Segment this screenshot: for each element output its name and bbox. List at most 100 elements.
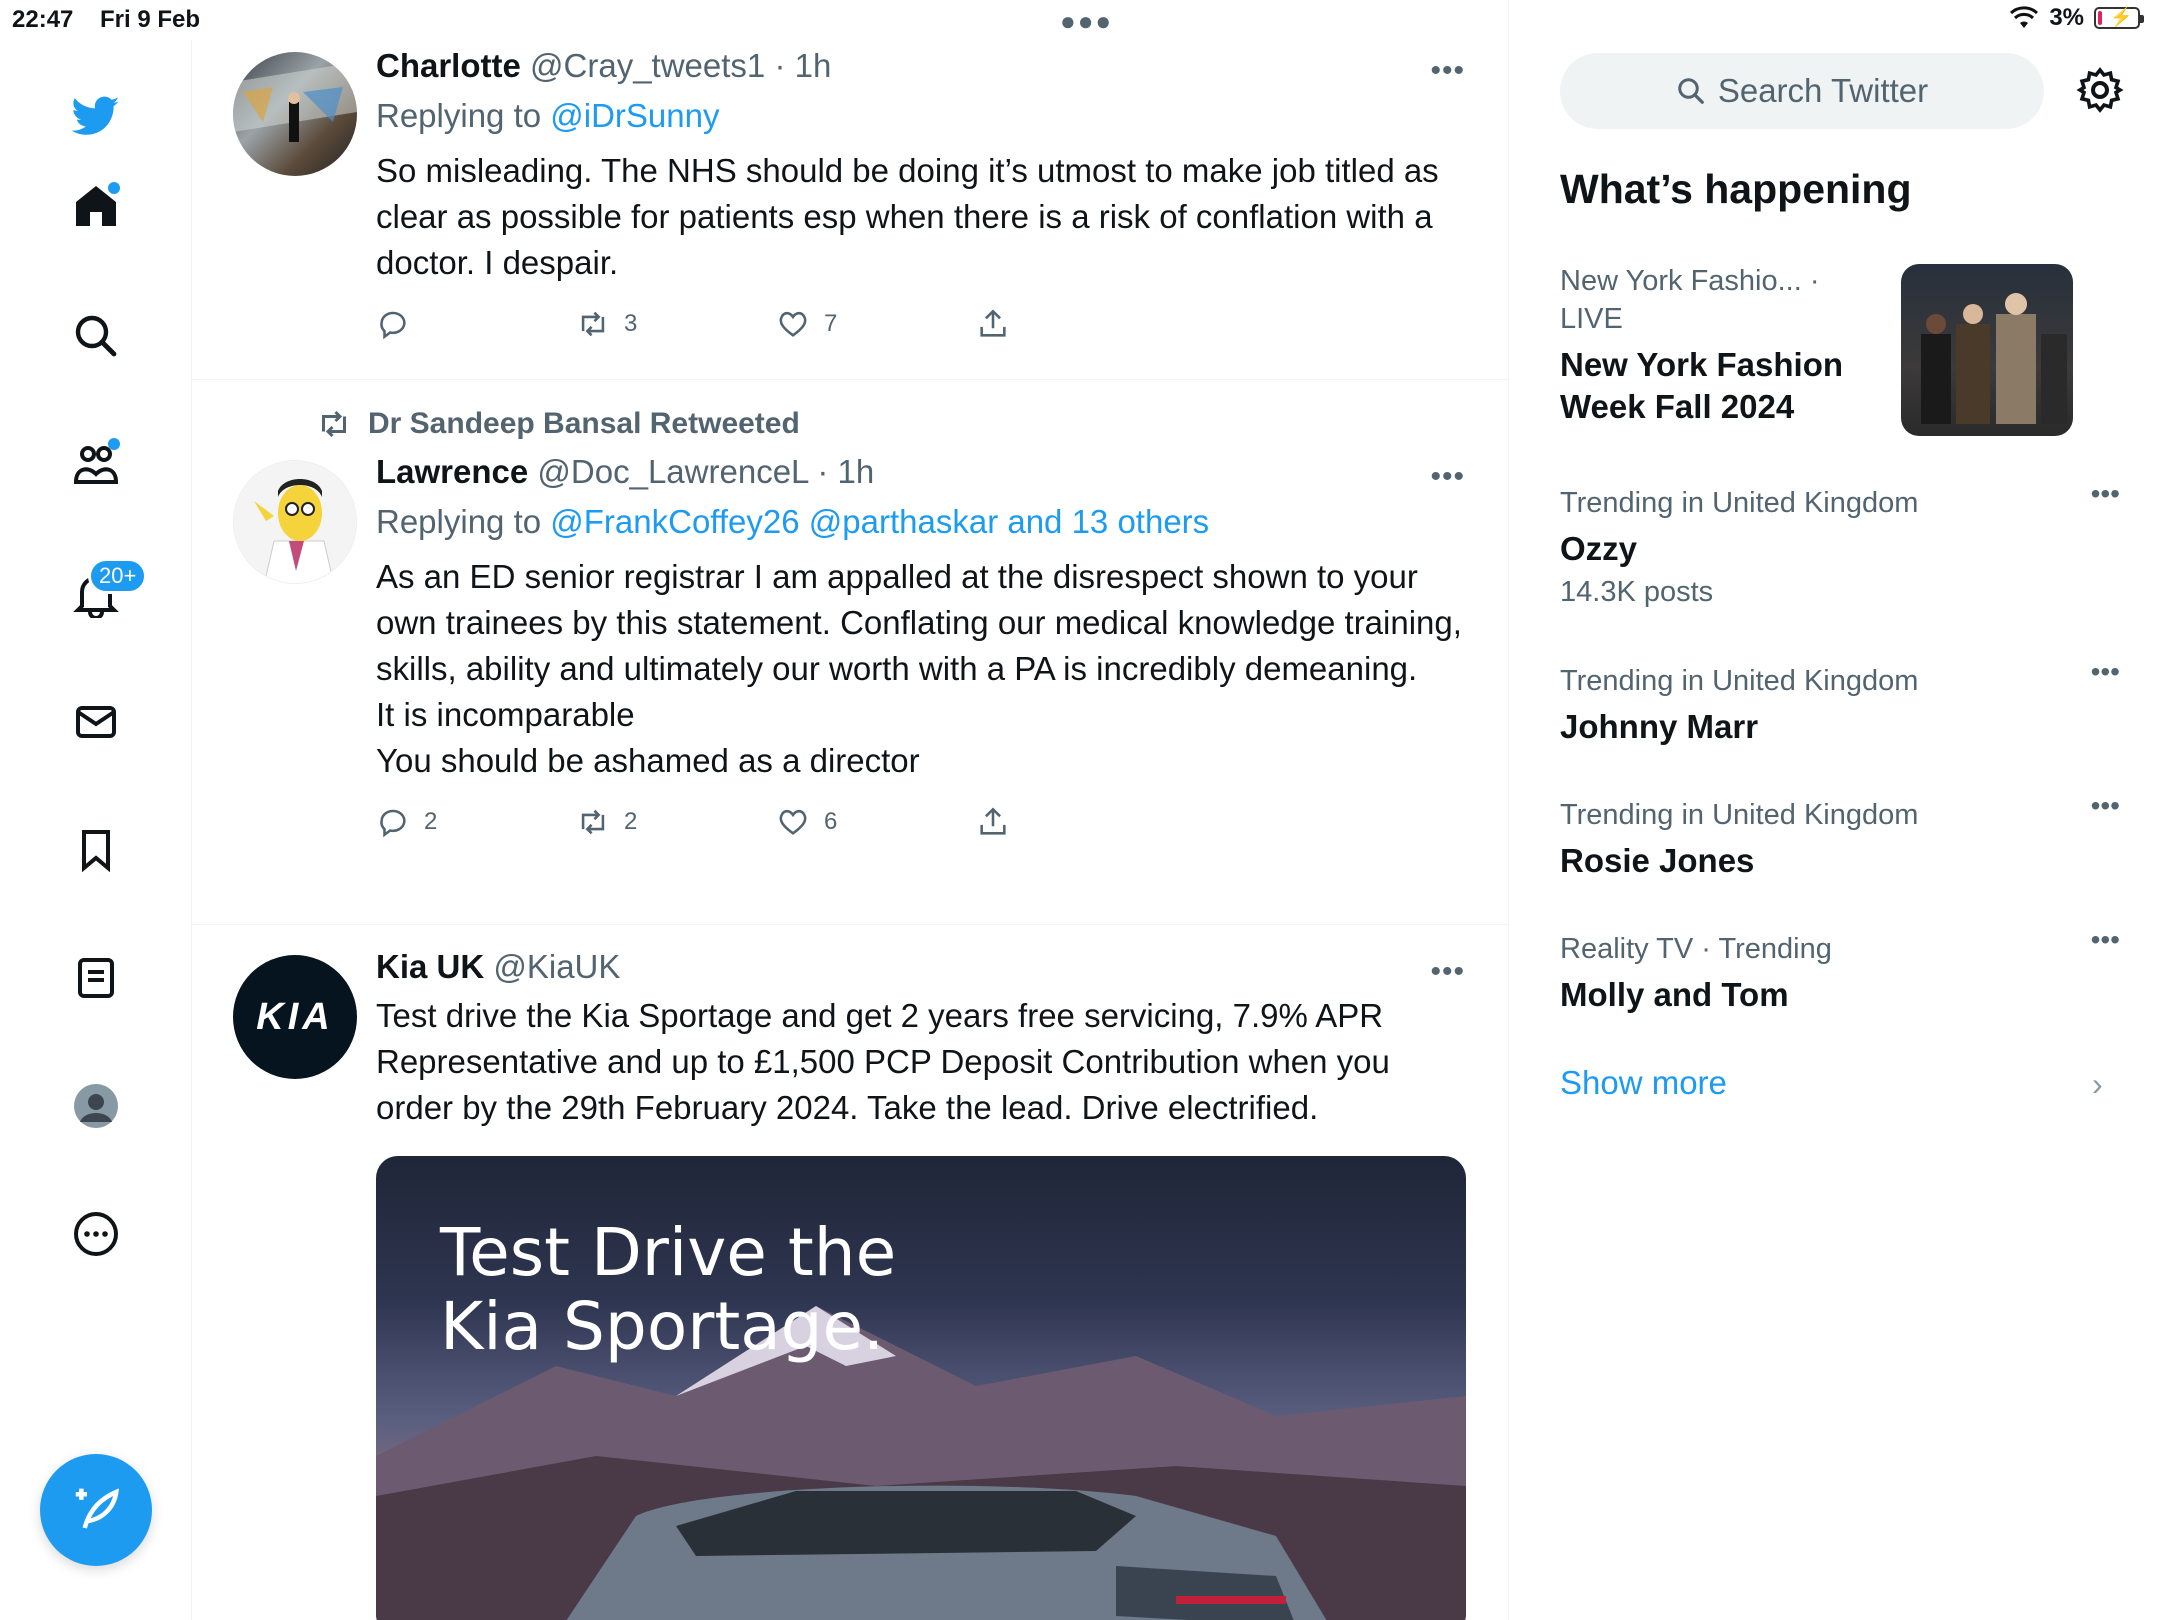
settings-gear-icon[interactable]: [2076, 66, 2124, 114]
home-unread-dot: [108, 182, 120, 194]
messages-mail-icon[interactable]: [68, 694, 124, 750]
ad-headline-line: Kia Sportage.: [440, 1288, 885, 1365]
tweet-text-line: It is incomparable: [376, 696, 635, 733]
like-count: 6: [824, 808, 838, 835]
heart-icon: [779, 311, 807, 337]
replying-prefix: Replying to: [376, 503, 551, 540]
ad-image[interactable]: Test Drive the Kia Sportage.: [376, 1156, 1466, 1620]
status-date: Fri 9 Feb: [100, 6, 201, 33]
right-sidebar: Search Twitter What’s happening New York…: [1510, 0, 2160, 1620]
trend-category: New York Fashio...: [1560, 265, 1802, 297]
retweet-small-icon: [322, 410, 346, 438]
twitter-logo-icon[interactable]: [68, 88, 124, 144]
compose-tweet-button[interactable]: [40, 1454, 152, 1566]
tweet-actions: 2 2 6: [376, 800, 1466, 844]
lists-icon[interactable]: [68, 950, 124, 1006]
author-handle[interactable]: @Cray_tweets1: [530, 47, 765, 84]
share-button[interactable]: [976, 805, 1176, 839]
kia-logo: KIA: [256, 995, 334, 1038]
author-handle[interactable]: @Doc_LawrenceL: [537, 453, 808, 490]
trend-item[interactable]: Trending in United Kingdom Ozzy 14.3K po…: [1560, 478, 2120, 612]
avatar[interactable]: [233, 52, 357, 176]
tweet-text: As an ED senior registrar I am appalled …: [376, 554, 1466, 784]
retweet-icon: [581, 809, 605, 835]
retweet-icon: [581, 311, 605, 337]
replying-to: Replying to @FrankCoffey26 @parthaskar a…: [376, 502, 1466, 542]
share-icon: [980, 807, 1006, 835]
replying-to-link[interactable]: @iDrSunny: [550, 97, 719, 134]
tweet-time: · 1h: [817, 453, 875, 490]
trend-name: Molly and Tom: [1560, 976, 1789, 1013]
share-icon: [980, 309, 1006, 337]
tweet-text-line: As an ED senior registrar I am appalled …: [376, 558, 1462, 687]
home-icon[interactable]: [68, 178, 124, 234]
author-name[interactable]: Lawrence: [376, 453, 528, 490]
show-more-link[interactable]: Show more: [1560, 1064, 1727, 1102]
retweeted-by: Dr Sandeep Bansal Retweeted: [316, 406, 800, 442]
tweet-content: Kia UK @KiaUK Test drive the Kia Sportag…: [376, 947, 1466, 1131]
status-time: 22:47: [12, 6, 74, 33]
retweeted-by-text[interactable]: Dr Sandeep Bansal Retweeted: [368, 407, 800, 441]
trend-item[interactable]: New York Fashio... · LIVE New York Fashi…: [1560, 262, 1890, 428]
search-icon: [1678, 78, 1704, 104]
search-input[interactable]: Search Twitter: [1560, 53, 2044, 129]
trend-name: New York Fashion Week Fall 2024: [1560, 346, 1844, 425]
share-button[interactable]: [976, 307, 1176, 341]
reply-button[interactable]: [376, 307, 576, 341]
retweet-count: 3: [624, 310, 638, 337]
tweet[interactable]: Charlotte @Cray_tweets1 · 1h Replying to…: [193, 40, 1508, 380]
trend-more-icon[interactable]: •••: [2091, 790, 2120, 822]
explore-search-icon[interactable]: [68, 308, 124, 364]
retweet-button[interactable]: 2: [576, 805, 776, 839]
retweet-count: 2: [624, 808, 638, 835]
tweet-text-line: You should be ashamed as a director: [376, 742, 920, 779]
tweet[interactable]: Dr Sandeep Bansal Retweeted Lawrence @Do…: [193, 380, 1508, 925]
like-button[interactable]: 6: [776, 805, 976, 839]
tweet-actions: 3 7: [376, 302, 1466, 346]
like-count: 7: [824, 310, 838, 337]
trend-name: Ozzy: [1560, 530, 1638, 567]
chevron-right-icon: ›: [2092, 1066, 2103, 1102]
trend-meta: New York Fashio... · LIVE: [1560, 262, 1890, 338]
retweet-button[interactable]: 3: [576, 307, 776, 341]
author-handle[interactable]: @KiaUK: [493, 948, 620, 985]
trend-name: Johnny Marr: [1560, 708, 1759, 745]
reply-button[interactable]: 2: [376, 805, 576, 839]
trend-more-icon[interactable]: •••: [2091, 478, 2120, 510]
tweet-text: So misleading. The NHS should be doing i…: [376, 152, 1439, 281]
tweet-content: Charlotte @Cray_tweets1 · 1h Replying to…: [376, 46, 1466, 346]
tweet-more-icon[interactable]: •••: [1430, 955, 1465, 989]
replying-to-link[interactable]: @FrankCoffey26 @parthaskar and 13 others: [550, 503, 1209, 540]
notifications-badge: 20+: [88, 558, 148, 594]
like-button[interactable]: 7: [776, 307, 976, 341]
tweet-more-icon[interactable]: •••: [1430, 54, 1465, 88]
bookmarks-icon[interactable]: [68, 822, 124, 878]
trend-item[interactable]: Trending in United Kingdom Johnny Marr •…: [1560, 656, 2120, 748]
profile-avatar-icon[interactable]: [68, 1078, 124, 1134]
reply-count: 2: [424, 808, 438, 835]
trend-more-icon[interactable]: •••: [2091, 924, 2120, 956]
author-name[interactable]: Charlotte: [376, 47, 521, 84]
compose-feather-icon: [75, 1488, 120, 1529]
tweet-header: Charlotte @Cray_tweets1 · 1h: [376, 46, 1466, 86]
trend-meta: Trending in United Kingdom: [1560, 665, 1919, 697]
avatar[interactable]: [233, 460, 357, 584]
timeline: Charlotte @Cray_tweets1 · 1h Replying to…: [193, 0, 1509, 1620]
ad-headline: Test Drive the Kia Sportage.: [440, 1216, 896, 1364]
reply-icon: [380, 809, 406, 838]
tweet-more-icon[interactable]: •••: [1430, 460, 1465, 494]
trend-item[interactable]: Trending in United Kingdom Rosie Jones •…: [1560, 790, 2120, 882]
trend-thumbnail[interactable]: [1901, 264, 2073, 436]
tweet-header: Kia UK @KiaUK: [376, 947, 1466, 987]
avatar-cartoon: [234, 461, 356, 583]
communities-icon[interactable]: [68, 436, 124, 492]
author-name[interactable]: Kia UK: [376, 948, 484, 985]
avatar[interactable]: KIA: [233, 955, 357, 1079]
trend-item[interactable]: Reality TV · Trending Molly and Tom •••: [1560, 924, 2120, 1016]
ad-headline-line: Test Drive the: [440, 1214, 897, 1291]
tweet-header: Lawrence @Doc_LawrenceL · 1h: [376, 452, 1466, 492]
more-options-icon[interactable]: [68, 1206, 124, 1262]
trend-meta: Trending in United Kingdom: [1560, 487, 1919, 519]
trend-more-icon[interactable]: •••: [2091, 656, 2120, 688]
avatar-photo: [233, 62, 357, 142]
